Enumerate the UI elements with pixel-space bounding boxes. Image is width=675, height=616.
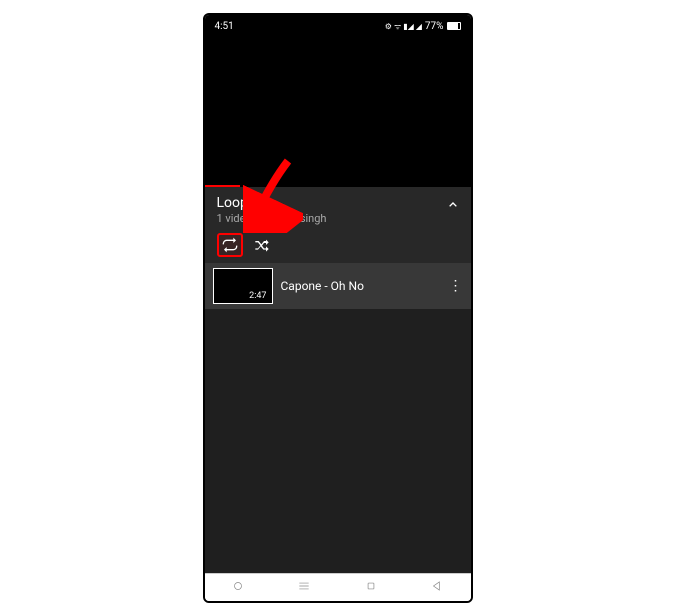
shuffle-icon <box>254 237 270 253</box>
shuffle-button[interactable] <box>249 233 275 257</box>
nav-menu-icon[interactable] <box>297 578 311 597</box>
battery-text: 77% <box>425 21 444 32</box>
playlist-item[interactable]: 2:47 Capone - Oh No ⋮ <box>205 263 471 309</box>
repeat-icon <box>222 237 238 253</box>
nav-recent-icon[interactable] <box>231 578 245 597</box>
item-more-button[interactable]: ⋮ <box>449 284 463 288</box>
loop-button[interactable] <box>217 233 243 257</box>
playlist-body <box>205 309 471 573</box>
playlist-meta: 1 video • Bhavna singh <box>217 212 459 225</box>
network-icon: ⚙ ᯤ ▮◢ ◢ <box>385 21 422 32</box>
item-title: Capone - Oh No <box>281 279 441 293</box>
battery-icon <box>447 22 461 30</box>
status-time: 4:51 <box>215 21 234 32</box>
playlist-header: Loop 1 video • Bhavna singh <box>205 187 471 263</box>
status-icons: ⚙ ᯤ ▮◢ ◢ 77% <box>385 21 461 32</box>
nav-home-icon[interactable] <box>364 578 378 597</box>
item-thumbnail: 2:47 <box>213 268 273 304</box>
playlist-title: Loop <box>217 195 459 211</box>
status-bar: 4:51 ⚙ ᯤ ▮◢ ◢ 77% <box>205 15 471 37</box>
collapse-button[interactable] <box>445 197 461 217</box>
item-duration: 2:47 <box>246 291 269 301</box>
phone-frame: 4:51 ⚙ ᯤ ▮◢ ◢ 77% Loop 1 video • Bhavna … <box>203 13 473 603</box>
android-nav-bar <box>205 573 471 601</box>
playlist-controls <box>217 233 459 257</box>
video-player[interactable] <box>205 37 471 187</box>
nav-back-icon[interactable] <box>430 578 444 597</box>
